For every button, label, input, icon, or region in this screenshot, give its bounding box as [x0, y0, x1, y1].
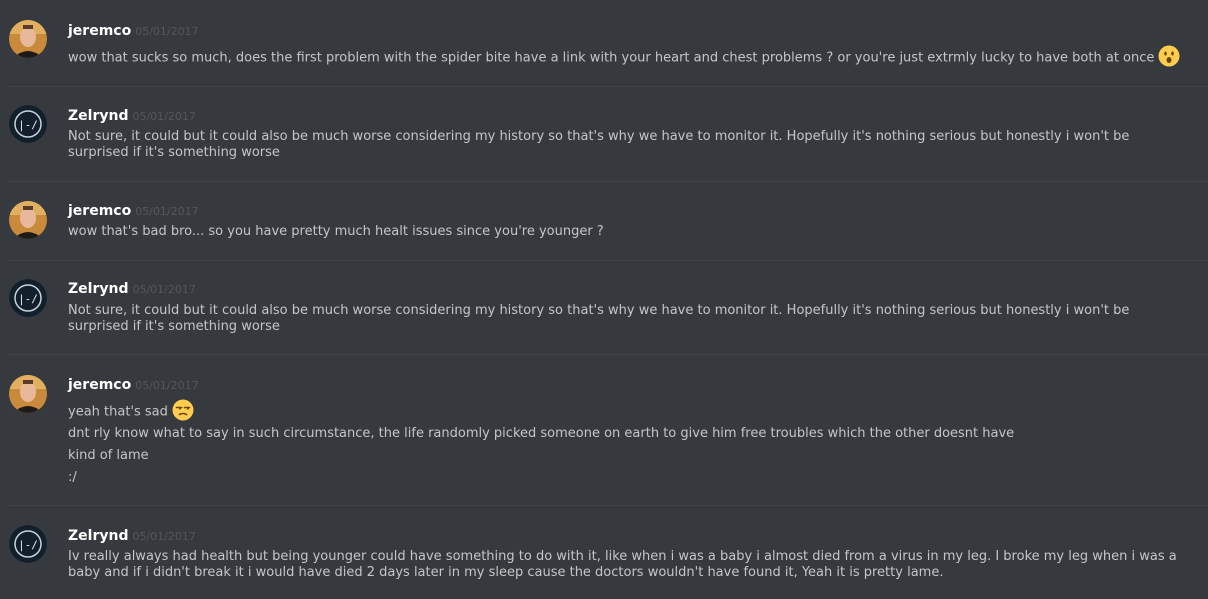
- svg-text:|-/: |-/: [18, 119, 38, 132]
- message-text: dnt rly know what to say in such circums…: [68, 426, 1015, 441]
- hushed-face-emoji: [1158, 45, 1180, 67]
- message-text: :/: [68, 470, 77, 485]
- jeremco-avatar[interactable]: [9, 201, 47, 239]
- jeremco-avatar[interactable]: [9, 20, 47, 58]
- message-content: yeah that's sad: [68, 404, 168, 420]
- message-text: Iv really always had health but being yo…: [68, 549, 1177, 580]
- timestamp: 05/01/2017: [132, 110, 196, 123]
- message-header: jeremco 05/01/2017: [68, 21, 199, 41]
- username[interactable]: jeremco: [68, 23, 131, 39]
- username[interactable]: Zelrynd: [68, 108, 128, 124]
- zelrynd-avatar[interactable]: |-/: [9, 279, 47, 317]
- message-text: kind of lame: [68, 448, 149, 463]
- message-header: Zelrynd 05/01/2017: [68, 106, 196, 126]
- message-text: Not sure, it could but it could also be …: [68, 129, 1130, 160]
- timestamp: 05/01/2017: [132, 283, 196, 296]
- unamused-face-emoji: [172, 399, 194, 421]
- timestamp: 05/01/2017: [135, 205, 199, 218]
- message-text: wow that sucks so much, does the first p…: [68, 45, 1193, 69]
- message-header: jeremco 05/01/2017: [68, 201, 199, 221]
- message-header: Zelrynd 05/01/2017: [68, 279, 196, 299]
- message-header: jeremco 05/01/2017: [68, 375, 199, 395]
- username[interactable]: jeremco: [68, 377, 131, 393]
- message-content: wow that sucks so much, does the first p…: [68, 50, 1155, 66]
- username[interactable]: Zelrynd: [68, 281, 128, 297]
- message-divider: [8, 354, 1208, 355]
- message-divider: [8, 181, 1208, 182]
- message-divider: [8, 260, 1208, 261]
- timestamp: 05/01/2017: [135, 379, 199, 392]
- message-header: Zelrynd 05/01/2017: [68, 526, 196, 546]
- message-divider: [8, 86, 1208, 87]
- zelrynd-avatar[interactable]: |-/: [9, 105, 47, 143]
- timestamp: 05/01/2017: [132, 530, 196, 543]
- jeremco-avatar[interactable]: [9, 375, 47, 413]
- timestamp: 05/01/2017: [135, 25, 199, 38]
- message-text: wow that's bad bro... so you have pretty…: [68, 224, 604, 239]
- message-text: yeah that's sad: [68, 399, 1193, 423]
- chat-message-list[interactable]: jeremco 05/01/2017 wow that sucks so much…: [0, 0, 1208, 599]
- message-divider: [8, 505, 1208, 506]
- message-text: Not sure, it could but it could also be …: [68, 303, 1130, 334]
- username[interactable]: jeremco: [68, 203, 131, 219]
- zelrynd-avatar[interactable]: |-/: [9, 525, 47, 563]
- username[interactable]: Zelrynd: [68, 528, 128, 544]
- svg-text:|-/: |-/: [18, 293, 38, 306]
- svg-text:|-/: |-/: [18, 539, 38, 552]
